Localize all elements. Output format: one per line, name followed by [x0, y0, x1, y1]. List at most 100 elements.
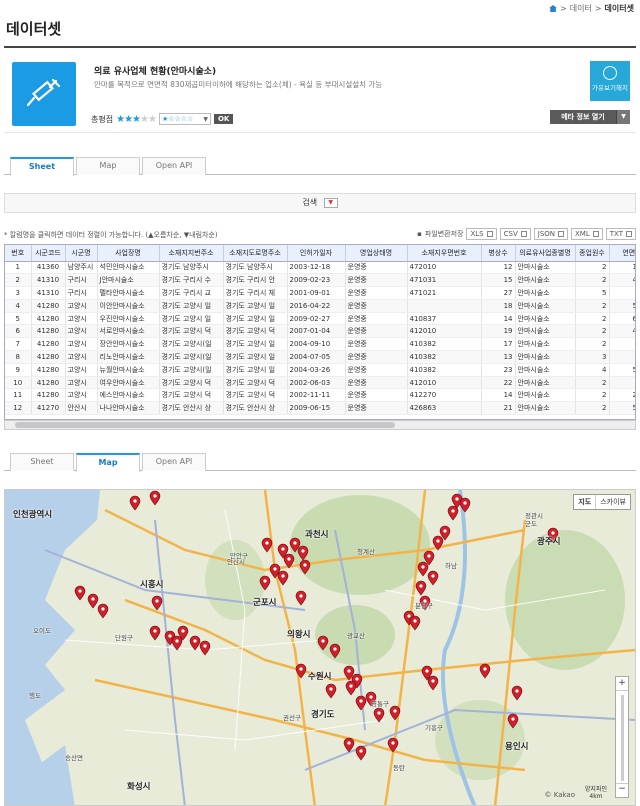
table-row[interactable]: 9 41280 고양시 뉴월안마시술소 경기도 고양시(일 경기도 고양시 일 2004-0… [5, 363, 635, 377]
column-header[interactable]: 시군명 [65, 245, 98, 262]
table-cell: 경기도 고양시 일 [223, 350, 288, 364]
favorite-button[interactable]: 가유보기해지 [590, 61, 630, 101]
zoom-slider[interactable] [621, 695, 624, 781]
tab-open-api[interactable]: Open API [142, 453, 206, 471]
table-cell: 운영중 [345, 324, 408, 339]
table-row[interactable]: 1 41360 남양주시 석민안마시술소 경기도 남양주시 경기도 남양주시 2003-12… [5, 261, 635, 275]
map-label: 의왕시 [287, 630, 311, 640]
map-type-map-button[interactable]: 지도 [574, 495, 597, 509]
table-cell: 안마시술소 [515, 337, 576, 352]
download-txt-button[interactable]: TXT [605, 228, 636, 240]
map-marker-dot [293, 541, 297, 545]
table-row[interactable]: 5 41280 고양시 우진안마시술소 경기도 고양시 일 경기도 고양시 일 2009-0… [5, 312, 635, 326]
table-cell: 경기도 고양시 일 [223, 299, 288, 313]
table-cell: 27 [481, 286, 516, 300]
table-row[interactable]: 3 41310 구리시 펠타안마시술소 경기도 구리시 교 경기도 구리시 체 2001-0… [5, 286, 635, 300]
table-cell: 운영중 [345, 261, 408, 275]
table-cell: 고양시 [65, 363, 98, 377]
map-marker-dot [483, 667, 487, 671]
map-marker-dot [101, 607, 105, 611]
table-cell: 경기도 안산시 상 [223, 401, 288, 416]
column-header[interactable]: 소재지우편번호 [407, 245, 482, 262]
search-label: 검색 [302, 198, 318, 207]
map-label: 시흥시 [140, 580, 164, 590]
zoom-in-button[interactable]: + [616, 677, 628, 691]
table-cell: 고양시 [65, 350, 98, 364]
table-cell: 안마시술소 [515, 401, 576, 416]
map-label: 영통구 [371, 700, 389, 708]
table-cell: 5 [5, 312, 32, 326]
column-header[interactable]: 연면적 [609, 245, 635, 262]
table-cell: 18 [481, 299, 516, 313]
table-cell: 경기도 남양주시 [223, 261, 288, 275]
tab-map[interactable]: Map [76, 157, 140, 175]
tab-open-api[interactable]: Open API [142, 157, 206, 175]
table-cell [407, 299, 482, 313]
column-header[interactable]: 병상수 [481, 245, 516, 262]
table-cell: 4 [5, 299, 32, 313]
column-header[interactable]: 영업상태명 [345, 245, 408, 262]
table-cell: 경기도 고양시 덕 [159, 376, 224, 390]
table-row[interactable]: 8 41280 고양시 리노안마시술소 경기도 고양시(일 경기도 고양시 일 2004-0… [5, 350, 635, 364]
table-row[interactable]: 2 41310 구리시 J안마시술소 경기도 구리시 수 경기도 구리시 안 2009-02… [5, 273, 635, 288]
column-header[interactable]: 시군코드 [31, 245, 66, 262]
table-cell: 412010 [407, 324, 482, 339]
column-header[interactable]: 종업원수 [575, 245, 610, 262]
zoom-out-button[interactable]: − [616, 783, 628, 797]
table-cell: 안마시술소 [515, 273, 576, 288]
download-csv-button[interactable]: CSV [499, 228, 531, 240]
meta-info-button[interactable]: 메타 정보 열기 ▼ [550, 110, 630, 124]
table-row[interactable]: 4 41280 고양시 이안안마시술소 경기도 고양시 일 경기도 고양시 일 2016-0… [5, 299, 635, 313]
table-cell: 고양시 [65, 388, 98, 403]
table-row[interactable]: 7 41280 고양시 장안안마시술소 경기도 고양시(일 경기도 고양시 일 2004-0… [5, 337, 635, 352]
table-body: 1 41360 남양주시 석민안마시술소 경기도 남양주시 경기도 남양주시 2003-12… [5, 261, 635, 416]
tab-sheet[interactable]: Sheet [10, 157, 74, 176]
column-header[interactable]: 소재지도로명주소 [223, 245, 288, 262]
column-header[interactable]: 의료유사업종별명 [515, 245, 576, 262]
breadcrumb-current: 데이터셋 [604, 4, 634, 13]
table-cell: 나나안마시술소 [97, 401, 160, 416]
home-icon[interactable] [549, 5, 558, 12]
table-cell: 경기도 고양시 덕 [159, 324, 224, 339]
column-header[interactable]: 소재지지번주소 [159, 245, 224, 262]
table-cell: 경기도 구리시 체 [223, 286, 288, 300]
table-cell: 410382 [407, 350, 482, 364]
map-label: 만안구 [230, 552, 248, 560]
table-cell: 10 [5, 376, 32, 390]
table-cell: 41280 [31, 299, 66, 313]
download-xml-button[interactable]: XML [571, 228, 603, 240]
table-cell: 17 [481, 337, 516, 352]
column-header[interactable]: 사업장명 [97, 245, 160, 262]
table-cell: 경기도 고양시 덕 [159, 388, 224, 403]
map-marker-dot [511, 717, 515, 721]
search-toggle-button[interactable]: ▼ [323, 197, 338, 208]
rating-ok-button[interactable]: OK [213, 114, 234, 124]
table-cell: 안마시술소 [515, 261, 576, 275]
map-type-skyview-button[interactable]: 스카이뷰 [596, 495, 630, 509]
column-header[interactable]: 인허가일자 [287, 245, 346, 262]
map-label: 동탄 [393, 764, 405, 772]
map-label: 화성시 [127, 782, 151, 792]
table-cell: 경기도 남양주시 [159, 261, 224, 275]
breadcrumb: > 데이터 > 데이터셋 [549, 3, 634, 14]
table-row[interactable]: 6 41280 고양시 서로안마시술소 경기도 고양시 덕 경기도 고양시 덕 2007-0… [5, 324, 635, 339]
tab-sheet[interactable]: Sheet [10, 453, 74, 471]
table-cell: 2009-02-27 [287, 312, 346, 326]
table-cell: 운영중 [345, 401, 408, 416]
column-header[interactable]: 번호 [5, 245, 32, 262]
download-xls-button[interactable]: XLS [466, 228, 497, 240]
table-row[interactable]: 11 41280 고양시 에스안마시술소 경기도 고양시 덕 경기도 고양시 덕 2002-… [5, 388, 635, 403]
table-row[interactable]: 10 41280 고양시 여우안마시술소 경기도 고양시 덕 경기도 고양시 덕 2002-… [5, 376, 635, 390]
map-view[interactable]: 인천광역시 과천시 시흥시 오이도 단원구 군포시 의왕시 수원시 경기도 화성… [4, 489, 636, 806]
map-label: 오이도 [33, 627, 51, 635]
table-cell: 519.2 [609, 401, 635, 416]
table-cell: 186.5 [609, 261, 635, 275]
table-row[interactable]: 12 41270 안산시 나나안마시술소 경기도 안산시 상 경기도 안산시 상 2009-… [5, 401, 635, 416]
breadcrumb-item[interactable]: 데이터 [570, 3, 592, 14]
horizontal-scrollbar[interactable] [4, 420, 636, 430]
table-cell: 안마시술소 [515, 388, 576, 403]
download-json-button[interactable]: JSON [533, 228, 569, 240]
rating-select[interactable]: ★☆☆☆☆ ▼ [158, 113, 211, 125]
tab-map[interactable]: Map [76, 453, 140, 472]
table-cell: 리노안마시술소 [97, 350, 160, 364]
